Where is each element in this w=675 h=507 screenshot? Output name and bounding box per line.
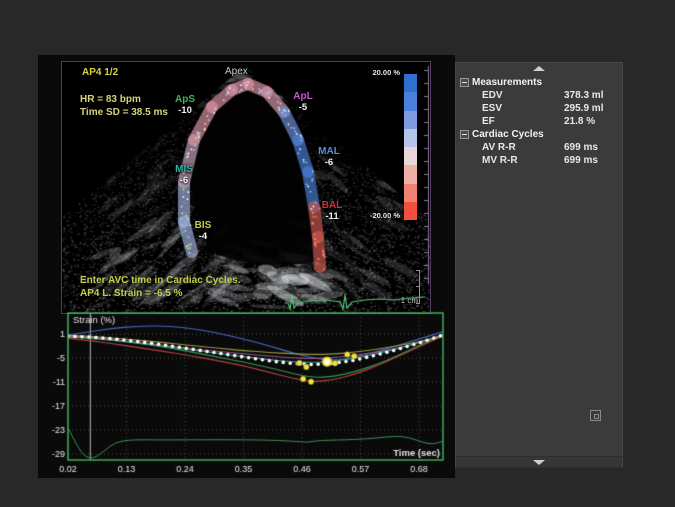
segment-strain-value: -5	[285, 103, 321, 113]
collapse-icon[interactable]	[460, 130, 469, 139]
colorbar-cell	[404, 165, 417, 183]
colorbar-min-label: -20.00 %	[332, 211, 400, 220]
collapse-icon[interactable]	[460, 78, 469, 87]
segment-name: MIS	[166, 165, 202, 176]
segment-label-apl[interactable]: ApL -5	[285, 92, 321, 112]
measurement-label: MV R-R	[482, 155, 518, 166]
measurement-label: EDV	[482, 90, 503, 101]
measurement-label: AV R-R	[482, 142, 516, 153]
colorbar-cell	[404, 74, 417, 92]
segment-strain-value: -4	[185, 232, 221, 242]
segment-strain-value: -6	[311, 158, 347, 168]
strain-colorbar	[404, 74, 417, 220]
segment-strain-value: -6	[166, 176, 202, 186]
panel-corner-icon[interactable]	[590, 410, 601, 421]
segment-name: BIS	[185, 221, 221, 232]
measurement-value: 699 ms	[564, 154, 598, 167]
scale-label: 1 cm	[382, 296, 418, 305]
segment-strain-value: -10	[167, 106, 203, 116]
measurement-value: 699 ms	[564, 141, 598, 154]
time-sd-text: Time SD = 38.5 ms	[80, 107, 168, 118]
depth-scale-ruler	[419, 270, 420, 304]
app-background: AP4 1/2 Apex HR = 83 bpm Time SD = 38.5 …	[0, 0, 675, 507]
scroll-up-button[interactable]	[456, 63, 622, 74]
strain-chart[interactable]	[40, 310, 455, 478]
scroll-down-button[interactable]	[456, 456, 622, 467]
apex-label: Apex	[225, 66, 248, 77]
segment-name: ApS	[167, 95, 203, 106]
segment-name: MAL	[311, 147, 347, 158]
status-message: Enter AVC time in Cardiac Cycles.	[80, 275, 241, 286]
measurements-list: Measurements EDV 378.3 ml ESV 295.9 ml E…	[456, 76, 622, 167]
measurement-label: EF	[482, 116, 495, 127]
section-title: Cardiac Cycles	[472, 129, 544, 140]
measurement-value: 378.3 ml	[564, 89, 603, 102]
colorbar-max-label: 20.00 %	[332, 68, 400, 77]
measurement-row-esv[interactable]: ESV 295.9 ml	[456, 102, 622, 115]
measurement-value: 295.9 ml	[564, 102, 603, 115]
measurement-row-ef[interactable]: EF 21.8 %	[456, 115, 622, 128]
chevron-down-icon	[533, 460, 545, 465]
chevron-up-icon	[533, 66, 545, 71]
segment-label-bis[interactable]: BIS -4	[185, 221, 221, 241]
section-header-measurements[interactable]: Measurements	[456, 76, 622, 89]
segment-name: ApL	[285, 92, 321, 103]
measurement-label: ESV	[482, 103, 502, 114]
measurement-row-edv[interactable]: EDV 378.3 ml	[456, 89, 622, 102]
measurement-row-av-rr[interactable]: AV R-R 699 ms	[456, 141, 622, 154]
heart-rate-text: HR = 83 bpm	[80, 94, 141, 105]
measurement-value: 21.8 %	[564, 115, 595, 128]
view-indicator: AP4 1/2	[82, 67, 118, 78]
segment-label-mis[interactable]: MIS -6	[166, 165, 202, 185]
section-title: Measurements	[472, 77, 542, 88]
colorbar-cell	[404, 111, 417, 129]
measurements-panel: Measurements EDV 378.3 ml ESV 295.9 ml E…	[455, 62, 623, 468]
global-strain-value: AP4 L. Strain = -6.5 %	[80, 288, 183, 299]
segment-label-mal[interactable]: MAL -6	[311, 147, 347, 167]
segment-label-aps[interactable]: ApS -10	[167, 95, 203, 115]
colorbar-cell	[404, 147, 417, 165]
colorbar-cell	[404, 129, 417, 147]
colorbar-cell	[404, 184, 417, 202]
measurement-row-mv-rr[interactable]: MV R-R 699 ms	[456, 154, 622, 167]
ultrasound-viewport[interactable]: AP4 1/2 Apex HR = 83 bpm Time SD = 38.5 …	[61, 61, 431, 314]
colorbar-cell	[404, 202, 417, 220]
section-header-cardiac-cycles[interactable]: Cardiac Cycles	[456, 128, 622, 141]
colorbar-cell	[404, 92, 417, 110]
segment-name: BAL	[314, 201, 350, 212]
